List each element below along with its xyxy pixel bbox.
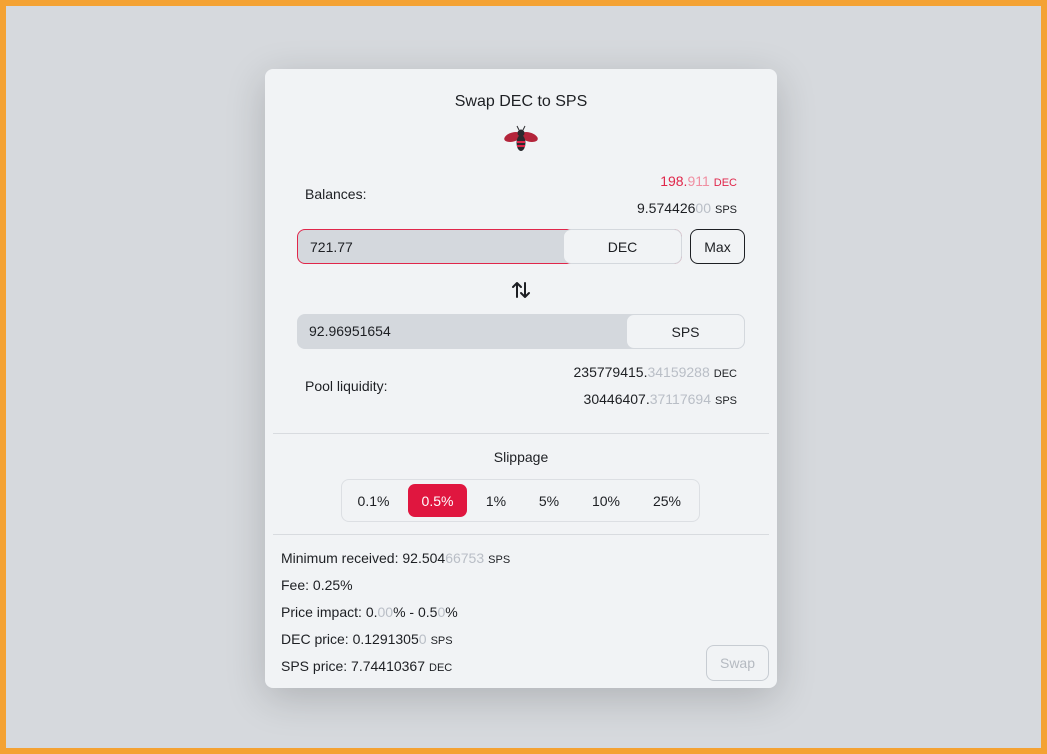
- slippage-title: Slippage: [493, 449, 549, 465]
- max-button[interactable]: Max: [690, 229, 745, 264]
- slippage-option-1[interactable]: 1%: [478, 484, 514, 517]
- slippage-option-10[interactable]: 10%: [582, 484, 630, 517]
- divider: [273, 433, 769, 434]
- slippage-option-0-5[interactable]: 0.5%: [408, 484, 467, 517]
- swap-button[interactable]: Swap: [706, 645, 769, 681]
- to-amount-row: 92.96951654 SPS: [297, 314, 745, 349]
- pool-dec-liquidity: 235779415.34159288 DEC: [573, 364, 738, 380]
- swap-direction-icon[interactable]: [511, 279, 531, 301]
- dec-price: DEC price: 0.12913050 SPS: [281, 631, 453, 647]
- dec-balance: 198.911 DEC: [660, 173, 737, 189]
- pool-sps-liquidity: 30446407.37117694 SPS: [583, 391, 737, 407]
- from-amount-value: 721.77: [310, 239, 353, 255]
- sps-price: SPS price: 7.74410367 DEC: [281, 658, 453, 674]
- dialog-title: Swap DEC to SPS: [454, 93, 588, 110]
- slippage-option-25[interactable]: 25%: [643, 484, 691, 517]
- price-impact: Price impact: 0.00% - 0.50%: [281, 604, 458, 620]
- sps-balance: 9.57442600 SPS: [637, 200, 737, 216]
- fee: Fee: 0.25%: [281, 577, 353, 593]
- minimum-received: Minimum received: 92.50466753 SPS: [281, 550, 511, 566]
- from-amount-row: 721.77 DEC: [297, 229, 682, 264]
- to-amount-value: 92.96951654: [309, 323, 391, 339]
- from-token-select[interactable]: DEC: [563, 229, 682, 264]
- swap-dialog: Swap DEC to SPS Balances: 198.911 DEC 9.5…: [265, 69, 777, 688]
- slippage-selector: 0.1% 0.5% 1% 5% 10% 25%: [341, 479, 700, 522]
- pool-liquidity-label: Pool liquidity:: [305, 378, 388, 394]
- divider: [273, 534, 769, 535]
- slippage-option-5[interactable]: 5%: [529, 484, 569, 517]
- balances-label: Balances:: [305, 186, 367, 202]
- slippage-option-0-1[interactable]: 0.1%: [350, 484, 397, 517]
- bee-logo-icon: [504, 125, 538, 151]
- to-token-select[interactable]: SPS: [626, 314, 745, 349]
